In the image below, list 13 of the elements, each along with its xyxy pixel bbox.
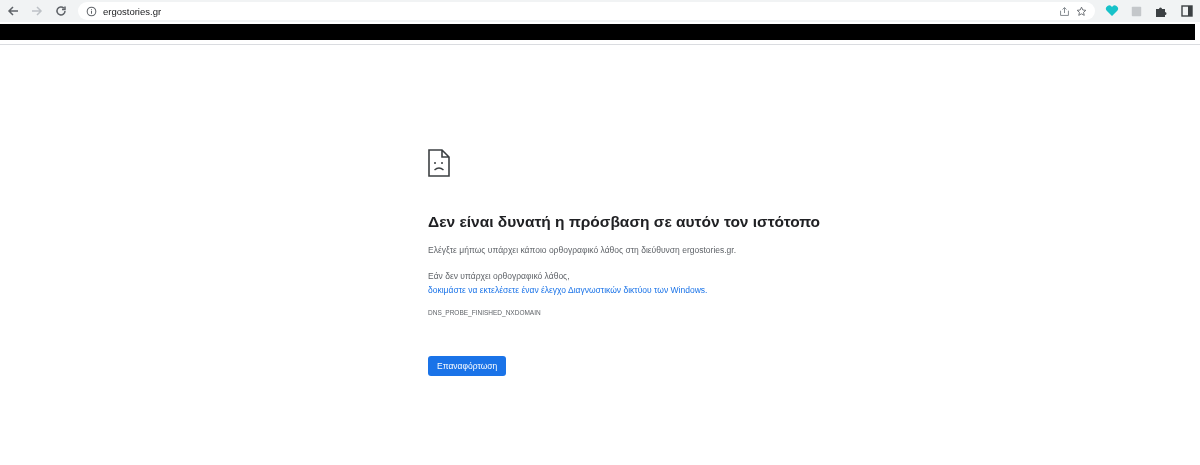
side-panel-icon[interactable] [1180,4,1194,18]
error-message: Ελέγξτε μήπως υπάρχει κάποιο ορθογραφικό λάθος στη διεύθυνση ergostories.gr. [428,244,738,257]
back-icon[interactable] [6,4,20,18]
address-bar[interactable]: ergostories.gr [78,2,1095,20]
error-title: Δεν είναι δυνατή η πρόσβαση σε αυτόν τον ιστότοπο [428,213,822,231]
share-icon[interactable] [1059,5,1070,17]
reload-button[interactable]: Επαναφόρτωση [428,356,507,376]
diagnostics-link[interactable]: δοκιμάστε να εκτελέσετε έναν έλεγχο Διαγνωστικών δικτύου των Windows. [428,285,708,295]
reload-icon[interactable] [54,4,68,18]
suggestion-text: Εάν δεν υπάρχει ορθογραφικό λάθος, δοκιμάστε να εκτελέσετε έναν έλεγχο Διαγνωστικών δικτύου των Windows. [428,270,709,297]
info-icon[interactable] [86,5,97,17]
sad-page-icon [428,149,450,177]
star-icon[interactable] [1076,5,1087,17]
